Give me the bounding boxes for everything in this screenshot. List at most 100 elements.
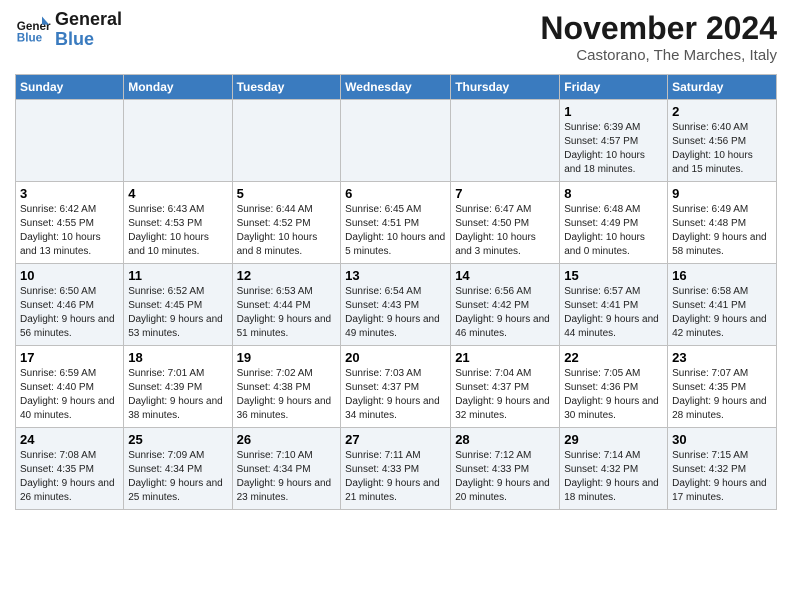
calendar-cell: 6 Sunrise: 6:45 AMSunset: 4:51 PMDaylight… [341, 182, 451, 264]
calendar-week-row: 17 Sunrise: 6:59 AMSunset: 4:40 PMDayligh… [16, 346, 777, 428]
calendar-cell: 2Sunrise: 6:40 AMSunset: 4:56 PMDaylight… [668, 100, 777, 182]
day-info: Sunrise: 6:56 AMSunset: 4:42 PMDaylight:… [455, 285, 555, 341]
calendar-cell: 18Sunrise: 7:01 AMSunset: 4:39 PMDayligh… [124, 346, 232, 428]
day-number: 23 [672, 350, 772, 365]
day-number: 4 [128, 186, 227, 201]
calendar-cell: 25Sunrise: 7:09 AMSunset: 4:34 PMDayligh… [124, 428, 232, 510]
day-number: 6 [345, 186, 446, 201]
calendar-week-row: 24Sunrise: 7:08 AMSunset: 4:35 PMDayligh… [16, 428, 777, 510]
day-info: Sunrise: 6:57 AMSunset: 4:41 PMDaylight:… [564, 285, 663, 341]
day-info: Sunrise: 6:48 AMSunset: 4:49 PMDaylight:… [564, 203, 663, 259]
calendar-cell: 21 Sunrise: 7:04 AMSunset: 4:37 PMDayligh… [451, 346, 560, 428]
calendar-week-row: 1 Sunrise: 6:39 AMSunset: 4:57 PMDaylight… [16, 100, 777, 182]
day-info: Sunrise: 6:52 AMSunset: 4:45 PMDaylight:… [128, 285, 227, 341]
day-info: Sunrise: 7:10 AMSunset: 4:34 PMDaylight:… [237, 449, 337, 505]
calendar-cell: 4 Sunrise: 6:43 AMSunset: 4:53 PMDaylight… [124, 182, 232, 264]
day-info: Sunrise: 6:54 AMSunset: 4:43 PMDaylight:… [345, 285, 446, 341]
calendar-cell [232, 100, 341, 182]
day-number: 26 [237, 432, 337, 447]
day-number: 28 [455, 432, 555, 447]
weekday-header: Monday [124, 75, 232, 100]
svg-text:Blue: Blue [17, 31, 43, 44]
day-info: Sunrise: 6:44 AMSunset: 4:52 PMDaylight:… [237, 203, 337, 259]
calendar-week-row: 10 Sunrise: 6:50 AMSunset: 4:46 PMDayligh… [16, 264, 777, 346]
weekday-header: Tuesday [232, 75, 341, 100]
calendar-cell: 24Sunrise: 7:08 AMSunset: 4:35 PMDayligh… [16, 428, 124, 510]
calendar-cell: 27 Sunrise: 7:11 AMSunset: 4:33 PMDayligh… [341, 428, 451, 510]
day-info: Sunrise: 7:11 AMSunset: 4:33 PMDaylight:… [345, 449, 446, 505]
calendar-cell: 10 Sunrise: 6:50 AMSunset: 4:46 PMDayligh… [16, 264, 124, 346]
calendar-cell: 9 Sunrise: 6:49 AMSunset: 4:48 PMDaylight… [668, 182, 777, 264]
calendar-cell: 20Sunrise: 7:03 AMSunset: 4:37 PMDayligh… [341, 346, 451, 428]
day-info: Sunrise: 6:45 AMSunset: 4:51 PMDaylight:… [345, 203, 446, 259]
day-info: Sunrise: 7:02 AMSunset: 4:38 PMDaylight:… [237, 367, 337, 423]
calendar-table: SundayMondayTuesdayWednesdayThursdayFrid… [15, 74, 777, 510]
weekday-header: Wednesday [341, 75, 451, 100]
day-info: Sunrise: 7:03 AMSunset: 4:37 PMDaylight:… [345, 367, 446, 423]
day-info: Sunrise: 7:07 AMSunset: 4:35 PMDaylight:… [672, 367, 772, 423]
day-info: Sunrise: 7:01 AMSunset: 4:39 PMDaylight:… [128, 367, 227, 423]
day-number: 16 [672, 268, 772, 283]
day-number: 1 [564, 104, 663, 119]
day-number: 10 [20, 268, 119, 283]
day-info: Sunrise: 7:08 AMSunset: 4:35 PMDaylight:… [20, 449, 119, 505]
logo: General Blue General Blue [15, 10, 122, 50]
title-area: November 2024 Castorano, The Marches, It… [540, 10, 777, 64]
day-info: Sunrise: 6:50 AMSunset: 4:46 PMDaylight:… [20, 285, 119, 341]
day-number: 30 [672, 432, 772, 447]
day-number: 9 [672, 186, 772, 201]
day-number: 12 [237, 268, 337, 283]
day-info: Sunrise: 6:47 AMSunset: 4:50 PMDaylight:… [455, 203, 555, 259]
month-title: November 2024 [540, 10, 777, 47]
calendar-cell: 8 Sunrise: 6:48 AMSunset: 4:49 PMDaylight… [560, 182, 668, 264]
day-number: 29 [564, 432, 663, 447]
day-number: 25 [128, 432, 227, 447]
day-info: Sunrise: 7:05 AMSunset: 4:36 PMDaylight:… [564, 367, 663, 423]
calendar-cell: 13Sunrise: 6:54 AMSunset: 4:43 PMDayligh… [341, 264, 451, 346]
day-number: 3 [20, 186, 119, 201]
weekday-header: Saturday [668, 75, 777, 100]
calendar-body: 1 Sunrise: 6:39 AMSunset: 4:57 PMDaylight… [16, 100, 777, 510]
day-number: 21 [455, 350, 555, 365]
day-number: 19 [237, 350, 337, 365]
day-info: Sunrise: 7:12 AMSunset: 4:33 PMDaylight:… [455, 449, 555, 505]
calendar-cell: 17 Sunrise: 6:59 AMSunset: 4:40 PMDayligh… [16, 346, 124, 428]
day-number: 22 [564, 350, 663, 365]
day-number: 7 [455, 186, 555, 201]
weekday-header: Thursday [451, 75, 560, 100]
calendar-cell [451, 100, 560, 182]
calendar-cell: 7 Sunrise: 6:47 AMSunset: 4:50 PMDaylight… [451, 182, 560, 264]
calendar-cell: 22 Sunrise: 7:05 AMSunset: 4:36 PMDayligh… [560, 346, 668, 428]
calendar-cell: 30 Sunrise: 7:15 AMSunset: 4:32 PMDayligh… [668, 428, 777, 510]
day-info: Sunrise: 7:04 AMSunset: 4:37 PMDaylight:… [455, 367, 555, 423]
header: General Blue General Blue November 2024 … [15, 10, 777, 64]
calendar-cell: 14 Sunrise: 6:56 AMSunset: 4:42 PMDayligh… [451, 264, 560, 346]
day-info: Sunrise: 6:59 AMSunset: 4:40 PMDaylight:… [20, 367, 119, 423]
calendar-cell: 16 Sunrise: 6:58 AMSunset: 4:41 PMDayligh… [668, 264, 777, 346]
day-info: Sunrise: 6:39 AMSunset: 4:57 PMDaylight:… [564, 121, 663, 177]
calendar-cell: 26 Sunrise: 7:10 AMSunset: 4:34 PMDayligh… [232, 428, 341, 510]
day-number: 11 [128, 268, 227, 283]
location-subtitle: Castorano, The Marches, Italy [540, 47, 777, 64]
calendar-cell: 15 Sunrise: 6:57 AMSunset: 4:41 PMDayligh… [560, 264, 668, 346]
day-number: 27 [345, 432, 446, 447]
day-number: 8 [564, 186, 663, 201]
day-number: 15 [564, 268, 663, 283]
weekday-header: Sunday [16, 75, 124, 100]
day-number: 14 [455, 268, 555, 283]
day-info: Sunrise: 6:43 AMSunset: 4:53 PMDaylight:… [128, 203, 227, 259]
day-info: Sunrise: 6:58 AMSunset: 4:41 PMDaylight:… [672, 285, 772, 341]
calendar-cell: 23 Sunrise: 7:07 AMSunset: 4:35 PMDayligh… [668, 346, 777, 428]
calendar-cell: 29 Sunrise: 7:14 AMSunset: 4:32 PMDayligh… [560, 428, 668, 510]
day-number: 17 [20, 350, 119, 365]
day-info: Sunrise: 6:49 AMSunset: 4:48 PMDaylight:… [672, 203, 772, 259]
day-number: 5 [237, 186, 337, 201]
calendar-week-row: 3 Sunrise: 6:42 AMSunset: 4:55 PMDaylight… [16, 182, 777, 264]
calendar-cell: 3 Sunrise: 6:42 AMSunset: 4:55 PMDaylight… [16, 182, 124, 264]
day-info: Sunrise: 7:15 AMSunset: 4:32 PMDaylight:… [672, 449, 772, 505]
day-info: Sunrise: 7:14 AMSunset: 4:32 PMDaylight:… [564, 449, 663, 505]
calendar-cell: 5 Sunrise: 6:44 AMSunset: 4:52 PMDaylight… [232, 182, 341, 264]
calendar-cell: 28 Sunrise: 7:12 AMSunset: 4:33 PMDayligh… [451, 428, 560, 510]
day-info: Sunrise: 6:42 AMSunset: 4:55 PMDaylight:… [20, 203, 119, 259]
day-info: Sunrise: 6:53 AMSunset: 4:44 PMDaylight:… [237, 285, 337, 341]
